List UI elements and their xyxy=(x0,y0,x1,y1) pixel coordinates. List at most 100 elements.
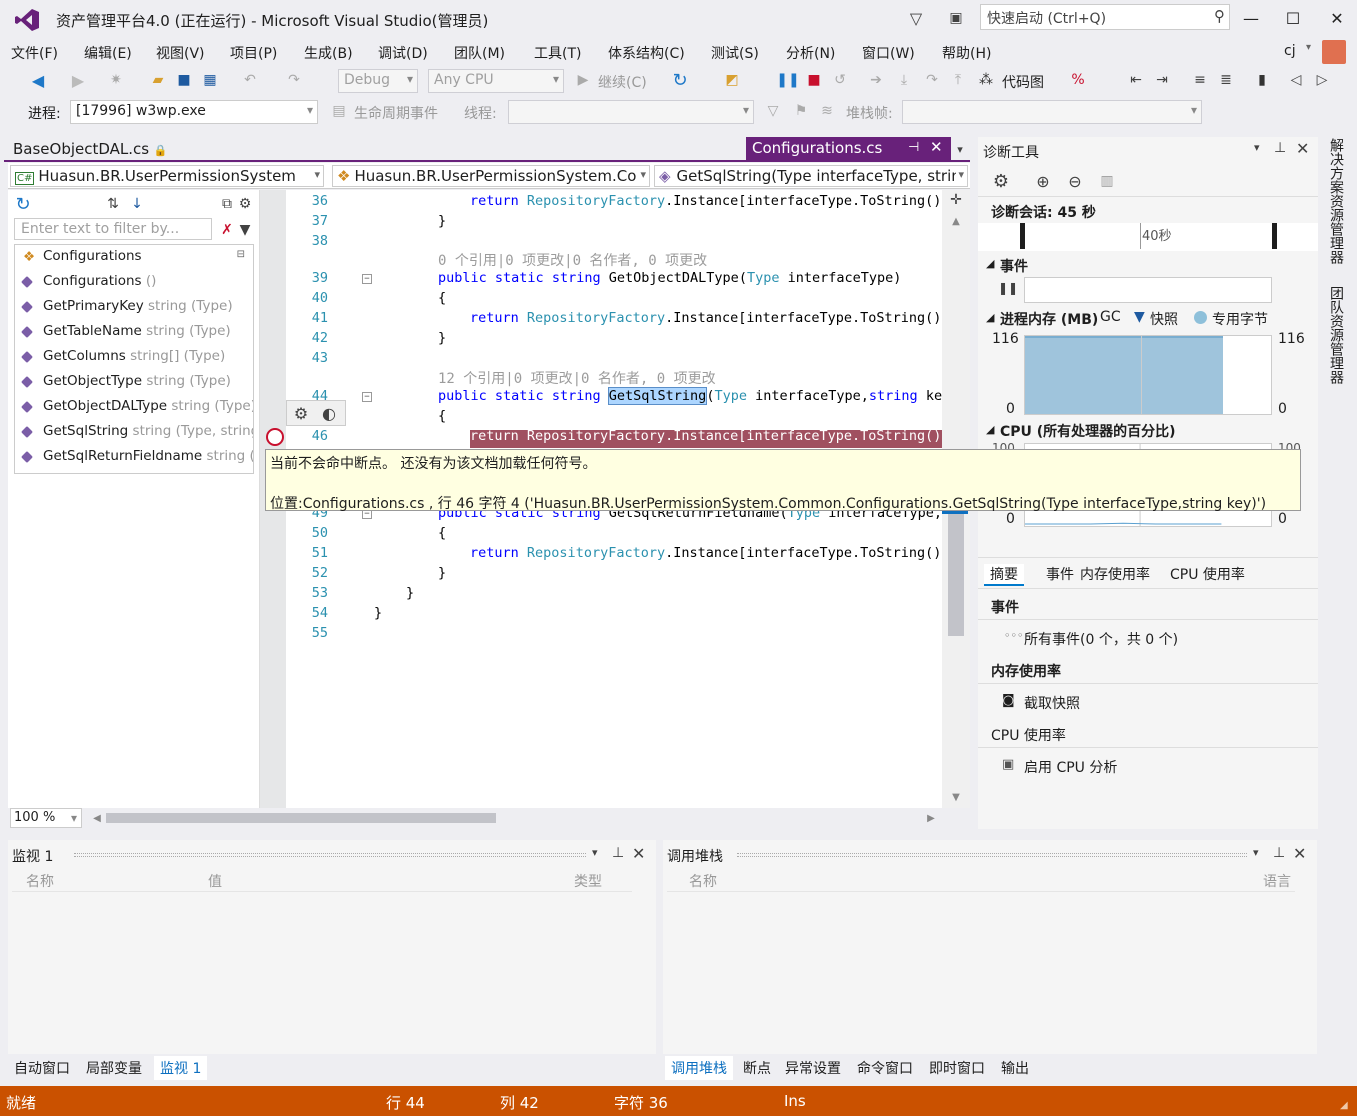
undo-icon[interactable]: ↶ xyxy=(240,70,260,90)
browser-link-icon[interactable]: ◩ xyxy=(722,70,742,90)
member-select[interactable]: ◈GetSqlString(Type interfaceType, strin xyxy=(654,165,968,187)
team-explorer-tab[interactable]: 团队资源管理器 xyxy=(1326,286,1346,406)
timeline-end-handle[interactable] xyxy=(1272,223,1277,249)
list-item[interactable]: GetSqlString string (Type, string) xyxy=(15,420,253,445)
collapse-region-icon[interactable]: − xyxy=(362,274,372,284)
quick-launch-input[interactable]: 快速启动 (Ctrl+Q)⚲ xyxy=(980,4,1230,30)
cpu-collapse-icon[interactable]: ◢ xyxy=(986,423,994,436)
menu-help[interactable]: 帮助(H) xyxy=(942,43,991,63)
sort-icon[interactable]: ⇅ xyxy=(104,194,122,214)
col-type[interactable]: 类型 xyxy=(574,871,602,891)
scroll-thumb[interactable] xyxy=(948,510,964,636)
dropdown-icon[interactable]: ▾ xyxy=(1253,846,1259,859)
flag-filter-icon[interactable]: ▽ xyxy=(764,102,782,120)
menu-team[interactable]: 团队(M) xyxy=(454,43,505,63)
zoom-out-icon[interactable]: ⊖ xyxy=(1064,171,1086,191)
sort-alpha-icon[interactable]: ↓ xyxy=(128,194,146,214)
code-map-icon[interactable]: ⁂ xyxy=(976,70,996,90)
pause-icon[interactable]: ❚❚ xyxy=(778,70,798,90)
scroll-down-icon[interactable]: ▼ xyxy=(948,790,964,804)
col-name[interactable]: 名称 xyxy=(689,871,717,891)
tab-locals[interactable]: 局部变量 xyxy=(86,1058,142,1078)
settings-icon[interactable]: ⚙ xyxy=(236,194,254,214)
new-project-icon[interactable]: ✷ xyxy=(106,70,126,90)
save-all-icon[interactable]: ▦ xyxy=(200,70,220,90)
pin-icon[interactable]: ⊥ xyxy=(1273,845,1285,861)
dropdown-icon[interactable]: ▾ xyxy=(1254,141,1260,154)
exception-icon[interactable]: % xyxy=(1068,70,1088,90)
redo-icon[interactable]: ↷ xyxy=(284,70,304,90)
minimize-button[interactable]: — xyxy=(1236,6,1266,30)
step-into-icon[interactable]: ⤓ xyxy=(894,70,914,90)
memory-graph[interactable] xyxy=(1024,335,1272,415)
code-lens[interactable]: 12 个引用|0 项更改|0 名作者, 0 项更改 xyxy=(438,368,716,388)
filter-icon[interactable]: ▽ xyxy=(904,6,928,30)
tab-autos[interactable]: 自动窗口 xyxy=(14,1058,70,1078)
list-item[interactable]: GetSqlReturnFieldname string (Ty xyxy=(15,445,253,470)
list-item[interactable]: GetTableName string (Type) xyxy=(15,320,253,345)
lifecycle-events-button[interactable]: 生命周期事件 xyxy=(354,103,438,123)
tab-breakpoints[interactable]: 断点 xyxy=(743,1058,771,1078)
pause-events-icon[interactable]: ❚❚ xyxy=(998,281,1018,295)
solution-platform-select[interactable]: Any CPU xyxy=(428,69,564,93)
col-language[interactable]: 语言 xyxy=(1263,871,1291,891)
menu-edit[interactable]: 编辑(E) xyxy=(84,43,132,63)
timeline-ruler[interactable]: 40秒 xyxy=(978,223,1318,251)
list-item[interactable]: GetObjectType string (Type) xyxy=(15,370,253,395)
list-item[interactable]: GetColumns string[] (Type) xyxy=(15,345,253,370)
tab-command-window[interactable]: 命令窗口 xyxy=(857,1058,913,1078)
breakpoint-warning-icon[interactable] xyxy=(266,428,284,446)
user-name[interactable]: cj xyxy=(1284,43,1296,59)
stackframe-select[interactable] xyxy=(902,100,1202,124)
take-snapshot-button[interactable]: 截取快照 xyxy=(1024,693,1080,713)
menu-window[interactable]: 窗口(W) xyxy=(862,43,915,63)
bookmark-icon[interactable]: ▮ xyxy=(1252,70,1272,90)
pin-icon[interactable]: ⊥ xyxy=(612,845,624,861)
dropdown-icon[interactable]: ▾ xyxy=(592,846,598,859)
menu-build[interactable]: 生成(B) xyxy=(304,43,353,63)
tab-cpu-usage[interactable]: CPU 使用率 xyxy=(1170,564,1245,584)
menu-debug[interactable]: 调试(D) xyxy=(378,43,428,63)
refresh-structure-icon[interactable]: ↻ xyxy=(14,194,32,214)
outdent-icon[interactable]: ≡ xyxy=(1190,70,1210,90)
type-select[interactable]: ❖Huasun.BR.UserPermissionSystem.Co xyxy=(332,165,650,187)
user-dropdown-icon[interactable]: ▾ xyxy=(1306,42,1311,53)
code-map-button[interactable]: 代码图 xyxy=(1002,72,1044,92)
code-lens[interactable]: 0 个引用|0 项更改|0 名作者, 0 项更改 xyxy=(438,250,707,270)
bookmark-prev-icon[interactable]: ◁ xyxy=(1286,70,1306,90)
menu-analyze[interactable]: 分析(N) xyxy=(786,43,835,63)
list-item[interactable]: GetObjectDALType string (Type) xyxy=(15,395,253,420)
save-icon[interactable]: ■ xyxy=(174,70,194,90)
indent-icon[interactable]: ≣ xyxy=(1216,70,1236,90)
structure-filter-input[interactable]: Enter text to filter by... xyxy=(14,218,212,240)
tab-output[interactable]: 输出 xyxy=(1001,1058,1029,1078)
refresh-icon[interactable]: ↻ xyxy=(670,70,690,90)
col-name[interactable]: 名称 xyxy=(26,871,54,891)
step-over-icon[interactable]: ↷ xyxy=(922,70,942,90)
close-tab-icon[interactable]: ✕ xyxy=(930,138,943,156)
resize-grip-icon[interactable]: ◢ xyxy=(1340,1100,1348,1111)
events-track[interactable] xyxy=(1024,277,1272,303)
tab-memory-usage[interactable]: 内存使用率 xyxy=(1080,564,1150,584)
tab-events[interactable]: 事件 xyxy=(1046,564,1074,584)
open-folder-icon[interactable]: ▰ xyxy=(148,70,168,90)
filter-funnel-icon[interactable]: ▼ xyxy=(236,220,254,240)
tab-overflow-icon[interactable]: ▾ xyxy=(952,140,968,158)
continue-button[interactable]: 继续(C) xyxy=(598,72,647,92)
collapse-icon[interactable]: ⊟ xyxy=(237,249,245,260)
tab-immediate-window[interactable]: 即时窗口 xyxy=(929,1058,985,1078)
events-collapse-icon[interactable]: ◢ xyxy=(986,257,994,270)
scroll-left-icon[interactable]: ◀ xyxy=(90,810,104,826)
reset-view-icon[interactable]: ▥ xyxy=(1096,171,1118,191)
close-button[interactable]: ✕ xyxy=(1322,6,1352,30)
tab-watch1[interactable]: 监视 1 xyxy=(154,1056,207,1080)
process-select[interactable]: [17996] w3wp.exe xyxy=(70,100,318,124)
timeline-start-handle[interactable] xyxy=(1020,223,1025,249)
menu-project[interactable]: 项目(P) xyxy=(230,43,277,63)
menu-view[interactable]: 视图(V) xyxy=(156,43,205,63)
pin-icon[interactable]: ⊣ xyxy=(908,140,919,155)
stop-icon[interactable]: ■ xyxy=(804,70,824,90)
solution-config-select[interactable]: Debug xyxy=(338,69,418,93)
scroll-up-icon[interactable]: ▲ xyxy=(948,214,964,228)
all-events-link[interactable]: 所有事件(0 个，共 0 个) xyxy=(1024,629,1178,649)
